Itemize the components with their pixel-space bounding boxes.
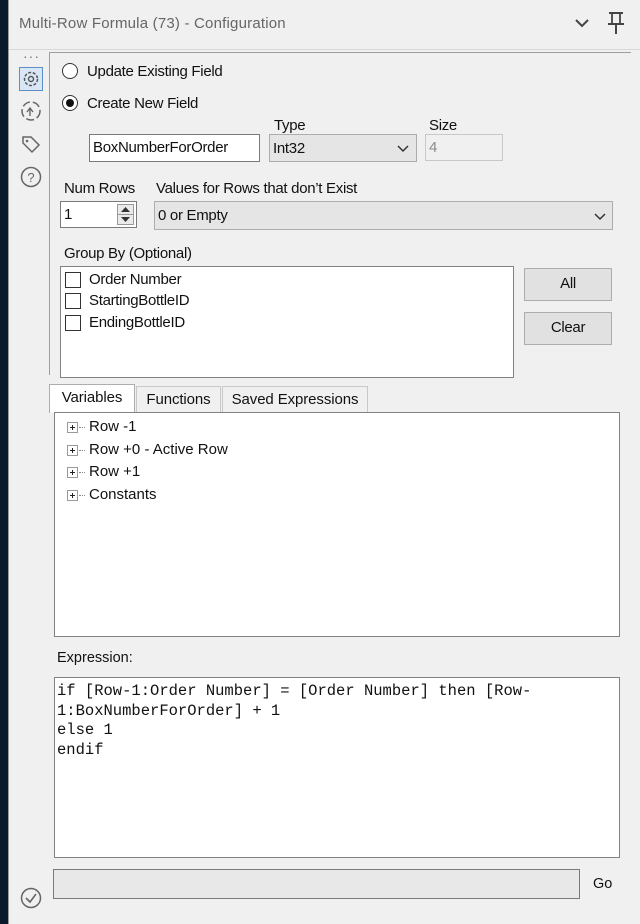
num-rows-stepper[interactable]: 1 [60, 201, 137, 228]
expression-label: Expression: [57, 650, 133, 666]
chevron-down-icon [397, 145, 409, 153]
expand-icon[interactable] [67, 422, 78, 433]
help-icon[interactable]: ? [19, 165, 43, 189]
tab-functions[interactable]: Functions [136, 386, 221, 413]
tree-connector [79, 495, 85, 496]
values-select[interactable]: 0 or Empty [154, 201, 613, 230]
tab-saved-expressions[interactable]: Saved Expressions [222, 386, 368, 413]
group-by-item-label: EndingBottleID [89, 314, 185, 331]
group-by-checkbox[interactable] [65, 272, 81, 288]
more-dots-icon[interactable]: ··· [23, 48, 40, 64]
tab-variables[interactable]: Variables [49, 384, 135, 413]
check-icon[interactable] [19, 886, 43, 910]
expression-line: endif [57, 740, 104, 759]
tree-connector [79, 450, 85, 451]
create-new-radio[interactable] [62, 95, 78, 111]
group-by-checkbox[interactable] [65, 315, 81, 331]
tree-item-label: Row -1 [89, 418, 137, 435]
group-by-item-label: Order Number [89, 271, 182, 288]
expression-line: if [Row-1:Order Number] = [Order Number]… [57, 682, 532, 700]
tree-connector [79, 427, 85, 428]
num-rows-value: 1 [64, 206, 73, 223]
configuration-panel: Multi-Row Formula (73) - Configuration ·… [8, 0, 640, 924]
size-input: 4 [425, 134, 503, 161]
expand-icon[interactable] [67, 445, 78, 456]
clear-button[interactable]: Clear [524, 312, 612, 345]
svg-text:?: ? [27, 170, 34, 185]
type-value: Int32 [273, 140, 305, 157]
type-label: Type [274, 117, 306, 134]
num-rows-label: Num Rows [64, 180, 135, 197]
group-by-checkbox[interactable] [65, 293, 81, 309]
window-title: Multi-Row Formula (73) - Configuration [19, 15, 286, 32]
field-name-input[interactable]: BoxNumberForOrder [89, 134, 260, 162]
pin-icon[interactable] [606, 10, 626, 36]
label-icon[interactable] [19, 132, 43, 156]
update-existing-radio[interactable] [62, 63, 78, 79]
type-select[interactable]: Int32 [269, 134, 417, 162]
expand-icon[interactable] [67, 490, 78, 501]
all-button[interactable]: All [524, 268, 612, 301]
variables-tree: Row -1 Row +0 - Active Row Row +1 Consta… [54, 412, 620, 637]
tree-item-label: Row +0 - Active Row [89, 441, 228, 458]
update-existing-label: Update Existing Field [87, 63, 223, 80]
create-new-label: Create New Field [87, 95, 199, 112]
tag-icon[interactable] [19, 99, 43, 123]
gear-icon[interactable] [19, 67, 43, 91]
tree-item-label: Constants [89, 486, 157, 503]
configuration-group: Update Existing Field Create New Field T… [49, 52, 631, 378]
preview-output-field[interactable] [53, 869, 580, 899]
expand-icon[interactable] [67, 467, 78, 478]
values-label: Values for Rows that don’t Exist [156, 180, 358, 197]
go-button[interactable]: Go [593, 876, 612, 892]
group-by-label: Group By (Optional) [64, 245, 192, 262]
spinner-arrows-icon[interactable] [117, 204, 134, 225]
expression-line: else 1 [57, 721, 113, 739]
values-value: 0 or Empty [158, 207, 228, 224]
expression-line: 1:BoxNumberForOrder] + 1 [57, 701, 281, 720]
title-bar: Multi-Row Formula (73) - Configuration [9, 0, 640, 50]
expression-editor[interactable]: if [Row-1:Order Number] = [Order Number]… [54, 677, 620, 858]
group-by-item-label: StartingBottleID [89, 292, 190, 309]
tree-connector [79, 472, 85, 473]
chevron-down-icon[interactable] [572, 12, 592, 34]
size-label: Size [429, 117, 457, 134]
chevron-down-icon [594, 213, 606, 221]
group-by-list: Order Number StartingBottleID EndingBott… [60, 266, 514, 378]
tree-item-label: Row +1 [89, 463, 141, 480]
